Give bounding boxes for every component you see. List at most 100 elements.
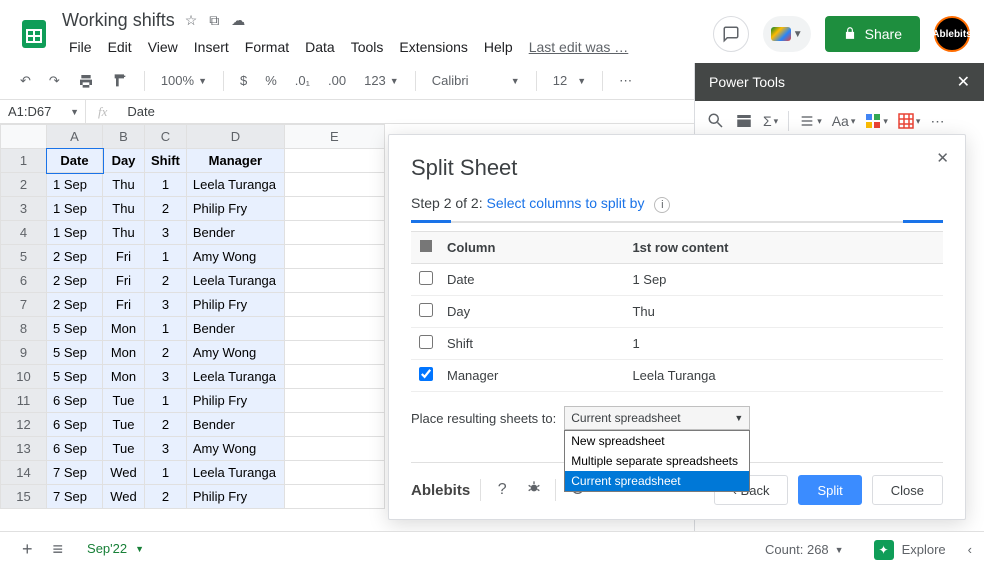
cell[interactable]: 2 <box>145 341 187 365</box>
font-select[interactable]: Calibri▼ <box>426 69 526 92</box>
cell[interactable]: Leela Turanga <box>186 269 284 293</box>
currency-icon[interactable]: $ <box>234 69 253 92</box>
tool-icon[interactable]: Σ▾ <box>763 113 778 129</box>
cell[interactable]: Leela Turanga <box>186 461 284 485</box>
cell[interactable]: 2 <box>145 197 187 221</box>
cell[interactable]: 2 <box>145 413 187 437</box>
row-header[interactable]: 11 <box>1 389 47 413</box>
cell[interactable]: 1 <box>145 245 187 269</box>
row-header[interactable]: 12 <box>1 413 47 437</box>
cell[interactable]: Fri <box>103 269 145 293</box>
row-header[interactable]: 1 <box>1 149 47 173</box>
row-header[interactable]: 5 <box>1 245 47 269</box>
menu-format[interactable]: Format <box>238 35 296 59</box>
place-select[interactable]: Current spreadsheet ▼ New spreadsheet Mu… <box>564 406 750 430</box>
row-header[interactable]: 10 <box>1 365 47 389</box>
column-checkbox[interactable] <box>419 271 433 285</box>
cell[interactable]: 2 <box>145 485 187 509</box>
row-header[interactable]: 14 <box>1 461 47 485</box>
row-header[interactable]: 13 <box>1 437 47 461</box>
dropdown-option[interactable]: Current spreadsheet <box>565 471 749 491</box>
cell[interactable] <box>284 245 384 269</box>
cell[interactable]: Mon <box>103 341 145 365</box>
menu-file[interactable]: File <box>62 35 99 59</box>
row-header[interactable]: 9 <box>1 341 47 365</box>
cell[interactable]: 6 Sep <box>47 413 103 437</box>
cell[interactable]: 3 <box>145 221 187 245</box>
row-header[interactable]: 8 <box>1 317 47 341</box>
cell[interactable]: 5 Sep <box>47 365 103 389</box>
cell[interactable]: 2 Sep <box>47 245 103 269</box>
column-checkbox[interactable] <box>419 335 433 349</box>
cell[interactable] <box>284 413 384 437</box>
print-icon[interactable] <box>72 69 100 93</box>
cell[interactable]: 1 <box>145 461 187 485</box>
cell[interactable] <box>284 341 384 365</box>
more-toolbar-icon[interactable]: ⋯ <box>613 69 638 93</box>
cell[interactable]: 5 Sep <box>47 341 103 365</box>
cell[interactable]: 6 Sep <box>47 437 103 461</box>
cell[interactable]: Bender <box>186 413 284 437</box>
row-header[interactable]: 7 <box>1 293 47 317</box>
meet-button[interactable]: ▼ <box>763 16 811 52</box>
spreadsheet-grid[interactable]: A B C D E 1 Date Day Shift Manager 2 1 S… <box>0 124 385 509</box>
cell[interactable]: Leela Turanga <box>186 173 284 197</box>
col-header[interactable]: D <box>186 125 284 149</box>
cell[interactable] <box>284 173 384 197</box>
comments-icon[interactable] <box>713 16 749 52</box>
cell[interactable]: 1 <box>145 317 187 341</box>
account-avatar[interactable]: Ablebits <box>934 16 970 52</box>
cell[interactable]: Fri <box>103 245 145 269</box>
tool-icon[interactable]: Aa▾ <box>832 113 856 129</box>
cell[interactable] <box>284 437 384 461</box>
cell[interactable] <box>284 317 384 341</box>
menu-data[interactable]: Data <box>298 35 342 59</box>
font-size-select[interactable]: 12▼ <box>547 69 592 92</box>
cell[interactable]: Bender <box>186 317 284 341</box>
count-chip[interactable]: Count: 268▼ <box>757 538 852 561</box>
cell[interactable]: Bender <box>186 221 284 245</box>
cell[interactable]: 1 Sep <box>47 221 103 245</box>
move-icon[interactable]: ⧉ <box>209 12 219 29</box>
percent-icon[interactable]: % <box>259 69 283 92</box>
tool-icon[interactable]: ▾ <box>898 113 921 129</box>
more-icon[interactable]: ⋯ <box>930 113 944 130</box>
cell[interactable]: Philip Fry <box>186 197 284 221</box>
cell[interactable]: 6 Sep <box>47 389 103 413</box>
paint-format-icon[interactable] <box>106 69 134 93</box>
cell[interactable]: Fri <box>103 293 145 317</box>
cell[interactable]: Philip Fry <box>186 389 284 413</box>
cell[interactable]: Tue <box>103 389 145 413</box>
cell[interactable]: Wed <box>103 485 145 509</box>
name-box[interactable]: A1:D67▼ <box>0 100 86 123</box>
doc-title[interactable]: Working shifts <box>62 10 175 31</box>
cell[interactable]: Amy Wong <box>186 437 284 461</box>
cell[interactable]: 2 Sep <box>47 269 103 293</box>
row-header[interactable]: 6 <box>1 269 47 293</box>
explore-button[interactable]: ✦ Explore <box>864 536 956 564</box>
cell[interactable] <box>284 365 384 389</box>
redo-icon[interactable]: ↷ <box>43 69 66 93</box>
cell[interactable]: 3 <box>145 293 187 317</box>
cell[interactable]: 2 Sep <box>47 293 103 317</box>
cell[interactable]: Wed <box>103 461 145 485</box>
cell[interactable]: 5 Sep <box>47 317 103 341</box>
column-checkbox[interactable] <box>419 367 433 381</box>
row-header[interactable]: 3 <box>1 197 47 221</box>
decrease-decimal-icon[interactable]: .0₁ <box>289 69 316 92</box>
cell[interactable]: 1 <box>145 389 187 413</box>
col-header[interactable]: C <box>145 125 187 149</box>
increase-decimal-icon[interactable]: .00 <box>322 69 352 92</box>
cell[interactable]: 1 <box>145 173 187 197</box>
tool-icon[interactable] <box>707 112 725 130</box>
col-header[interactable]: A <box>47 125 103 149</box>
cloud-icon[interactable]: ☁ <box>231 12 245 29</box>
row-header[interactable]: 4 <box>1 221 47 245</box>
cell[interactable]: 7 Sep <box>47 461 103 485</box>
cell[interactable] <box>284 269 384 293</box>
cell[interactable]: Amy Wong <box>186 341 284 365</box>
menu-extensions[interactable]: Extensions <box>392 35 474 59</box>
menu-view[interactable]: View <box>141 35 185 59</box>
dropdown-option[interactable]: Multiple separate spreadsheets <box>565 451 749 471</box>
cell[interactable]: Tue <box>103 437 145 461</box>
